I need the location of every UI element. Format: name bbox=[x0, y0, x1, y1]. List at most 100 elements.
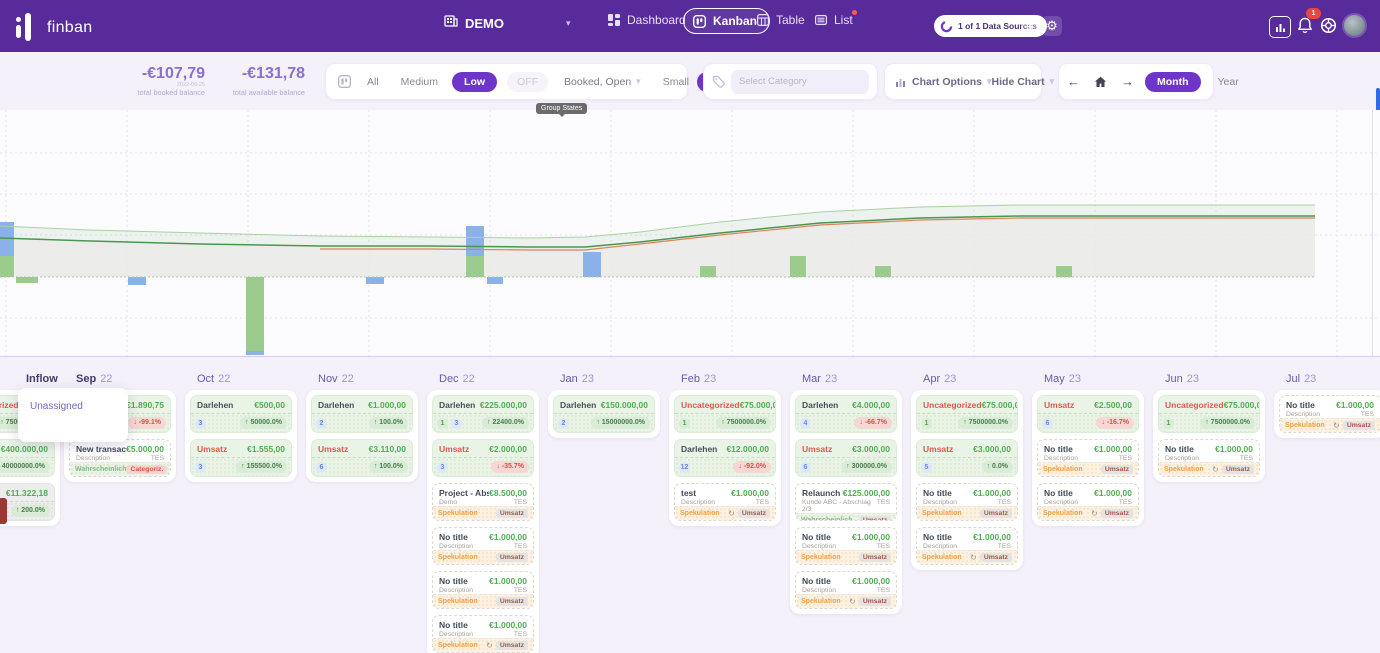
tab-list[interactable]: List bbox=[815, 13, 853, 27]
kanban-group-card[interactable]: Darlehen €500,00 3 ↑ 50000.0% bbox=[190, 395, 292, 433]
kanban-group-card[interactable]: Darlehen €12.000,00 12 ↓ -92.0% bbox=[674, 439, 776, 477]
kanban-transaction-card[interactable]: No title €1.000,00 DescriptionTES Spekul… bbox=[1037, 439, 1139, 477]
add-datasource-button[interactable]: + bbox=[1021, 17, 1039, 35]
kanban-group-card[interactable]: Darlehen €150.000,00 2 ↑ 15000000.0% bbox=[553, 395, 655, 433]
kanban-transaction-card[interactable]: No title €1.000,00 DescriptionTES Spekul… bbox=[1158, 439, 1260, 477]
kanban-group-card[interactable]: Uncategorized €75.000,00 1 ↑ 7500000.0% bbox=[674, 395, 776, 433]
brand[interactable]: finban bbox=[16, 11, 92, 41]
kanban-transaction-card[interactable]: No title €1.000,00 DescriptionTES Spekul… bbox=[916, 527, 1018, 565]
tab-dashboard[interactable]: Dashboard bbox=[608, 13, 686, 27]
filter-all[interactable]: All bbox=[367, 76, 379, 88]
kanban-column-header[interactable]: Inflow bbox=[26, 373, 58, 385]
card-title: Umsatz bbox=[802, 444, 832, 454]
kanban-column-header[interactable]: Dec22 bbox=[439, 373, 475, 385]
kanban-transaction-card[interactable]: No title €1.000,00 DescriptionTES Spekul… bbox=[916, 483, 1018, 521]
unassigned-popup[interactable]: Unassigned bbox=[18, 388, 128, 442]
hide-chart-dropdown[interactable]: Hide Chart ▾ bbox=[992, 76, 1055, 88]
kanban-column-header[interactable]: Sep22 bbox=[76, 373, 112, 385]
kanban-column-header[interactable]: Mar23 bbox=[802, 373, 837, 385]
kanban-transaction-card[interactable]: No title €1.000,00 DescriptionTES Spekul… bbox=[1037, 483, 1139, 521]
card-title: test bbox=[681, 488, 696, 498]
percent-badge: ↑ 155500.0% bbox=[236, 461, 287, 473]
card-amount: €1.000,00 bbox=[973, 488, 1011, 498]
kanban-transaction-card[interactable]: Relaunch Websi €125.000,00 Kunde ABC - A… bbox=[795, 483, 897, 521]
dashboard-icon bbox=[608, 14, 620, 26]
card-title: No title bbox=[1165, 444, 1194, 454]
kanban-column: No title €1.000,00 DescriptionTES Spekul… bbox=[1274, 390, 1380, 438]
filter-low[interactable]: Low bbox=[452, 72, 497, 92]
count-badge: 1 bbox=[679, 418, 690, 429]
kanban-transaction-card[interactable]: No title €1.000,00 DescriptionTES Spekul… bbox=[432, 527, 534, 565]
recurring-icon: ↻ bbox=[1212, 465, 1219, 474]
kanban-column-header[interactable]: Nov22 bbox=[318, 373, 354, 385]
kanban-transaction-card[interactable]: No title €1.000,00 DescriptionTES Spekul… bbox=[1279, 395, 1380, 433]
select-category-input[interactable] bbox=[731, 70, 869, 94]
kanban-group-card[interactable]: €400.000,00 ↑ 40000000.0% bbox=[0, 439, 55, 477]
card-description: Description bbox=[802, 543, 836, 550]
card-amount: €4.000,00 bbox=[852, 400, 890, 410]
kanban-group-card[interactable]: Umsatz €3.110,00 6 ↑ 100.0% bbox=[311, 439, 413, 477]
kanban-column-header[interactable]: Jun23 bbox=[1165, 373, 1199, 385]
chart-options-dropdown[interactable]: Chart Options ▾ bbox=[895, 76, 992, 88]
kanban-transaction-card[interactable]: No title €1.000,00 DescriptionTES Spekul… bbox=[795, 527, 897, 565]
card-ref: TES bbox=[514, 587, 527, 594]
percent-badge: ↓ -66.7% bbox=[854, 417, 892, 429]
avatar[interactable] bbox=[1342, 13, 1367, 38]
kanban-transaction-card[interactable]: No title €1.000,00 DescriptionTES Spekul… bbox=[432, 615, 534, 653]
card-amount: €1.000,00 bbox=[1094, 444, 1132, 454]
kanban-column-header[interactable]: Jan23 bbox=[560, 373, 594, 385]
kanban-group-card[interactable]: Darlehen €225.000,00 13 ↑ 22400.0% bbox=[432, 395, 534, 433]
kanban-group-card[interactable]: Umsatz €3.000,00 6 ↑ 300000.0% bbox=[795, 439, 897, 477]
card-title: Darlehen bbox=[681, 444, 717, 454]
kanban-column-header[interactable]: Apr23 bbox=[923, 373, 956, 385]
kanban-column-header[interactable]: Oct22 bbox=[197, 373, 230, 385]
tab-table[interactable]: Table bbox=[757, 13, 805, 27]
arrow-left-icon[interactable]: ← bbox=[1067, 74, 1080, 89]
kanban-group-card[interactable]: Darlehen €1.000,00 2 ↑ 100.0% bbox=[311, 395, 413, 433]
category-filter bbox=[703, 63, 878, 100]
card-title: Umsatz bbox=[439, 444, 469, 454]
card-state: Spekulation bbox=[680, 510, 720, 517]
kanban-column-header[interactable]: Jul23 bbox=[1286, 373, 1316, 385]
category-tag: Umsatz bbox=[980, 553, 1012, 562]
kanban-group-card[interactable]: Umsatz €3.000,00 5 ↑ 0.0% bbox=[916, 439, 1018, 477]
category-tag: Umsatz bbox=[496, 553, 528, 562]
count-badge: 3 bbox=[437, 462, 448, 473]
filter-medium[interactable]: Medium bbox=[401, 76, 438, 88]
kanban-transaction-card[interactable]: No title €1.000,00 DescriptionTES Spekul… bbox=[795, 571, 897, 609]
kanban-column-header[interactable]: Feb23 bbox=[681, 373, 716, 385]
tag-icon bbox=[712, 75, 725, 88]
card-title: No title bbox=[802, 532, 831, 542]
stats-icon[interactable] bbox=[1269, 16, 1291, 38]
count-badge: 3 bbox=[195, 418, 206, 429]
home-icon[interactable] bbox=[1094, 76, 1107, 88]
kanban-transaction-card[interactable]: test €1.000,00 DescriptionTES Spekulatio… bbox=[674, 483, 776, 521]
state-select[interactable]: Booked, Open ▾ bbox=[564, 76, 641, 88]
settings-gear-icon[interactable]: ⚙ bbox=[1042, 16, 1062, 36]
kanban-transaction-card[interactable]: Project - Absch €8.500,00 DemoTES Spekul… bbox=[432, 483, 534, 521]
kanban-transaction-card[interactable]: New transaction €5.000,00 DescriptionTES… bbox=[69, 439, 171, 477]
kanban-group-card[interactable]: Darlehen €4.000,00 4 ↓ -66.7% bbox=[795, 395, 897, 433]
filter-off[interactable]: OFF bbox=[507, 72, 548, 92]
card-state: Spekulation bbox=[801, 554, 841, 561]
kanban-group-card[interactable]: Umsatz €1.555,00 3 ↑ 155500.0% bbox=[190, 439, 292, 477]
kanban-transaction-card[interactable]: No title €1.000,00 DescriptionTES Spekul… bbox=[432, 571, 534, 609]
list-icon bbox=[815, 14, 827, 26]
card-description: Kunde ABC - Abschlag 2/3 bbox=[802, 499, 877, 513]
kanban-group-card[interactable]: €11.322,18 ↑ 200.0% bbox=[0, 483, 55, 521]
workspace-selector[interactable]: DEMO ▾ bbox=[444, 14, 504, 33]
kanban-group-card[interactable]: Umsatz €2.000,00 3 ↓ -35.7% bbox=[432, 439, 534, 477]
kanban-group-card[interactable]: Uncategorized €75.000,00 1 ↑ 7500000.0% bbox=[1158, 395, 1260, 433]
help-buoy-icon[interactable] bbox=[1318, 15, 1338, 35]
arrow-right-icon[interactable]: → bbox=[1121, 74, 1134, 89]
size-small[interactable]: Small bbox=[663, 76, 689, 88]
card-amount: €1.000,00 bbox=[1215, 444, 1253, 454]
chevron-down-icon: ▾ bbox=[1050, 76, 1055, 87]
kanban-group-card[interactable]: Umsatz €2.500,00 6 ↓ -16.7% bbox=[1037, 395, 1139, 433]
percent-badge: ↑ 7500000.0% bbox=[716, 417, 771, 429]
kanban-group-card[interactable]: Uncategorized €75.000,00 1 ↑ 7500000.0% bbox=[916, 395, 1018, 433]
period-year[interactable]: Year bbox=[1218, 76, 1239, 88]
period-month[interactable]: Month bbox=[1145, 72, 1201, 92]
kanban-column-header[interactable]: May23 bbox=[1044, 373, 1081, 385]
percent-badge: ↓ -99.1% bbox=[128, 417, 166, 429]
